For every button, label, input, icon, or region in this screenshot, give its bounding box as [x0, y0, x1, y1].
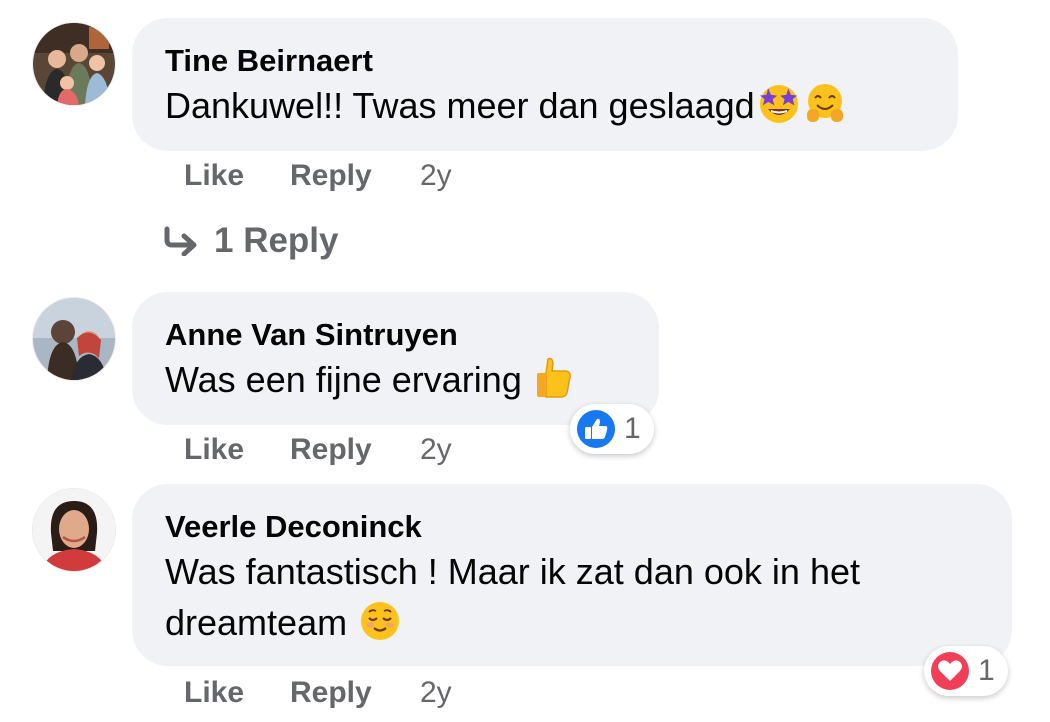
reply-arrow-icon — [164, 223, 200, 267]
view-replies-link[interactable]: 1 Reply — [164, 219, 339, 263]
profile-photo-icon — [33, 298, 115, 380]
like-button[interactable]: Like — [184, 430, 244, 470]
avatar[interactable] — [33, 489, 115, 571]
comment-author[interactable]: Veerle Deconinck — [165, 508, 978, 546]
profile-photo-icon — [33, 489, 115, 571]
love-reaction-icon — [930, 651, 970, 691]
reaction-count: 1 — [978, 654, 995, 687]
reply-button[interactable]: Reply — [290, 156, 372, 196]
thumbs-up-emoji-icon — [534, 355, 574, 399]
comment-author[interactable]: Tine Beirnaert — [165, 42, 924, 80]
reply-button[interactable]: Reply — [290, 430, 372, 470]
comment-timestamp[interactable]: 2y — [420, 430, 452, 470]
comment-text: Dankuwel!! Twas meer dan geslaagd — [165, 85, 755, 126]
avatar[interactable] — [33, 298, 115, 380]
like-reaction-icon — [576, 409, 616, 449]
comment-actions: Like Reply 2y — [184, 430, 504, 470]
view-replies-label: 1 Reply — [214, 221, 339, 260]
comment-text-row: Was een fijne ervaring — [165, 354, 625, 405]
reaction-count: 1 — [624, 412, 641, 445]
reply-button[interactable]: Reply — [290, 673, 372, 713]
comment-actions: Like Reply 2y — [184, 673, 504, 713]
comment-bubble: Tine Beirnaert Dankuwel!! Twas meer dan … — [132, 18, 958, 151]
comment-bubble: Anne Van Sintruyen Was een fijne ervarin… — [132, 292, 659, 425]
comment-author[interactable]: Anne Van Sintruyen — [165, 316, 625, 354]
hugging-face-emoji-icon — [803, 81, 847, 125]
comment-text: Was fantastisch ! Maar ik zat dan ook in… — [165, 551, 860, 592]
reaction-summary[interactable]: 1 — [924, 646, 1008, 696]
reaction-summary[interactable]: 1 — [570, 404, 654, 454]
like-button[interactable]: Like — [184, 673, 244, 713]
comment-timestamp[interactable]: 2y — [420, 156, 452, 196]
comment-actions: Like Reply 2y — [184, 156, 504, 196]
comment-text-row: Dankuwel!! Twas meer dan geslaagd — [165, 80, 924, 131]
relieved-face-emoji-icon — [359, 600, 401, 642]
comment-text: dreamteam — [165, 602, 348, 643]
star-struck-emoji-icon — [757, 81, 801, 125]
comment-text-row: dreamteam — [165, 597, 978, 648]
profile-photo-icon — [33, 23, 115, 105]
comment-bubble: Veerle Deconinck Was fantastisch ! Maar … — [132, 484, 1012, 666]
avatar[interactable] — [33, 23, 115, 105]
comment-text: Was een fijne ervaring — [165, 359, 522, 400]
comments-thread: Tine Beirnaert Dankuwel!! Twas meer dan … — [0, 0, 1050, 722]
comment-timestamp[interactable]: 2y — [420, 673, 452, 713]
like-button[interactable]: Like — [184, 156, 244, 196]
